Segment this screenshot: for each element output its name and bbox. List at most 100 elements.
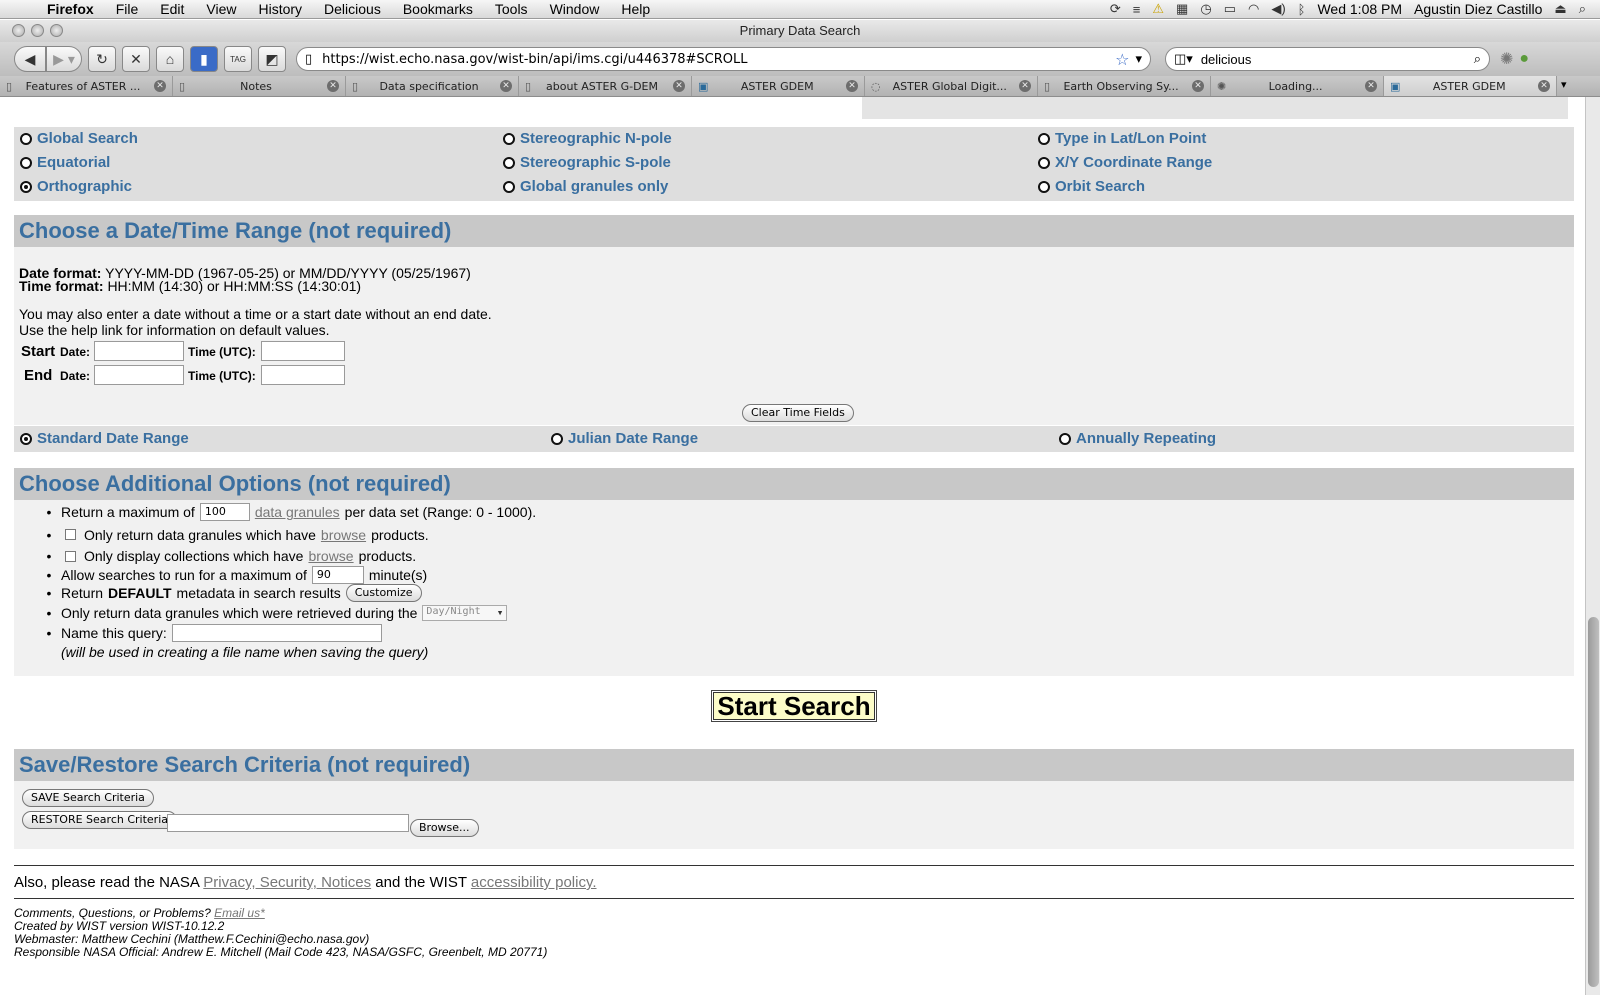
tab[interactable]: ✺ Loading... ✕ bbox=[1211, 76, 1384, 96]
radio-label[interactable]: Julian Date Range bbox=[568, 430, 698, 447]
sync-icon[interactable]: ⟳ bbox=[1110, 1, 1121, 17]
browse-collections-checkbox[interactable] bbox=[65, 550, 76, 562]
radio-julian-date-range[interactable]: Julian Date Range bbox=[551, 430, 698, 447]
radio-icon[interactable] bbox=[1038, 180, 1050, 193]
close-tab-icon[interactable]: ✕ bbox=[846, 80, 858, 92]
data-granules-link[interactable]: data granules bbox=[255, 504, 340, 520]
address-bar[interactable]: ▯ https://wist.echo.nasa.gov/wist-bin/ap… bbox=[296, 47, 1151, 71]
close-window-icon[interactable] bbox=[12, 24, 25, 37]
radio-selected-icon[interactable] bbox=[20, 180, 32, 193]
search-engine-icon[interactable]: ◫▾ bbox=[1174, 51, 1193, 67]
restore-search-criteria-button[interactable]: RESTORE Search Criteria bbox=[22, 811, 177, 829]
browse-file-button[interactable]: Browse... bbox=[410, 819, 479, 837]
close-tab-icon[interactable]: ✕ bbox=[1019, 80, 1031, 92]
menubar-clock[interactable]: Wed 1:08 PM bbox=[1317, 1, 1402, 17]
max-time-input[interactable]: 90 bbox=[311, 565, 364, 584]
menu-extra-icon[interactable]: ≡ bbox=[1133, 2, 1141, 17]
radio-label[interactable]: Standard Date Range bbox=[37, 430, 189, 447]
tab[interactable]: ◌ ASTER Global Digit... ✕ bbox=[865, 76, 1038, 96]
browse-granules-checkbox[interactable] bbox=[65, 529, 76, 541]
menu-edit[interactable]: Edit bbox=[149, 1, 195, 17]
menu-window[interactable]: Window bbox=[539, 1, 611, 17]
eject-icon[interactable]: ⏏ bbox=[1554, 1, 1566, 17]
time-machine-icon[interactable]: ◷ bbox=[1200, 1, 1211, 17]
spotlight-search-icon[interactable]: ⌕ bbox=[1579, 1, 1586, 17]
bookmark-star-icon[interactable]: ☆ bbox=[1115, 50, 1129, 69]
radio-label[interactable]: Global Search bbox=[37, 130, 138, 147]
radio-xy-coordinate-range[interactable]: X/Y Coordinate Range bbox=[1038, 154, 1212, 171]
radio-stereographic-s-pole[interactable]: Stereographic S-pole bbox=[503, 154, 671, 171]
menu-app-firefox[interactable]: Firefox bbox=[36, 1, 105, 17]
radio-icon[interactable] bbox=[503, 132, 515, 145]
scrollbar-thumb[interactable] bbox=[1588, 617, 1599, 987]
browse-link[interactable]: browse bbox=[321, 527, 366, 543]
close-tab-icon[interactable]: ✕ bbox=[327, 80, 339, 92]
history-dropdown-icon[interactable]: ▾ bbox=[1135, 52, 1142, 67]
close-tab-icon[interactable]: ✕ bbox=[1538, 80, 1550, 92]
radio-global-search[interactable]: Global Search bbox=[20, 130, 138, 147]
accessibility-link[interactable]: accessibility policy. bbox=[471, 874, 597, 891]
grid-icon[interactable]: ▦ bbox=[1176, 1, 1188, 17]
menu-file[interactable]: File bbox=[105, 1, 150, 17]
menu-view[interactable]: View bbox=[195, 1, 247, 17]
radio-label[interactable]: Annually Repeating bbox=[1076, 430, 1216, 447]
tab-active[interactable]: ▣ ASTER GDEM ✕ bbox=[1384, 76, 1557, 96]
close-tab-icon[interactable]: ✕ bbox=[673, 80, 685, 92]
address-url[interactable]: https://wist.echo.nasa.gov/wist-bin/api/… bbox=[322, 52, 1115, 67]
close-tab-icon[interactable]: ✕ bbox=[1365, 80, 1377, 92]
save-search-criteria-button[interactable]: SAVE Search Criteria bbox=[22, 789, 154, 807]
search-icon[interactable]: ⌕ bbox=[1474, 51, 1481, 67]
menu-bookmarks[interactable]: Bookmarks bbox=[392, 1, 484, 17]
radio-label[interactable]: Orthographic bbox=[37, 178, 132, 195]
tab[interactable]: ▯ Features of ASTER ... ✕ bbox=[0, 76, 173, 96]
radio-label[interactable]: Type in Lat/Lon Point bbox=[1055, 130, 1206, 147]
query-name-input[interactable] bbox=[171, 624, 382, 643]
reload-button[interactable]: ↻ bbox=[88, 46, 116, 72]
tag-button[interactable]: TAG bbox=[224, 46, 252, 72]
tab-list-icon[interactable]: ▾ bbox=[1557, 76, 1571, 96]
radio-label[interactable]: Equatorial bbox=[37, 154, 110, 171]
radio-icon[interactable] bbox=[1038, 132, 1050, 145]
radio-lat-lon-point[interactable]: Type in Lat/Lon Point bbox=[1038, 130, 1206, 147]
radio-icon[interactable] bbox=[20, 132, 32, 145]
radio-standard-date-range[interactable]: Standard Date Range bbox=[20, 430, 189, 447]
menu-help[interactable]: Help bbox=[610, 1, 661, 17]
menubar-user[interactable]: Agustin Diez Castillo bbox=[1414, 1, 1542, 17]
clear-time-fields-button[interactable]: Clear Time Fields bbox=[742, 404, 854, 422]
end-date-input[interactable] bbox=[94, 365, 184, 385]
vertical-scrollbar[interactable] bbox=[1585, 97, 1600, 995]
minimize-window-icon[interactable] bbox=[31, 24, 44, 37]
radio-label[interactable]: Stereographic S-pole bbox=[520, 154, 671, 171]
day-night-select[interactable]: Day/Night bbox=[422, 604, 508, 621]
menu-tools[interactable]: Tools bbox=[484, 1, 539, 17]
radio-label[interactable]: Orbit Search bbox=[1055, 178, 1145, 195]
radio-icon[interactable] bbox=[1038, 156, 1050, 169]
tab[interactable]: ▯ Earth Observing Sy... ✕ bbox=[1038, 76, 1211, 96]
tab[interactable]: ▣ ASTER GDEM ✕ bbox=[692, 76, 865, 96]
start-search-button[interactable]: Start Search bbox=[711, 690, 877, 722]
bookmark-sidebar-button[interactable]: ▮ bbox=[190, 46, 218, 72]
radio-icon[interactable] bbox=[551, 432, 563, 445]
warning-icon[interactable]: ⚠ bbox=[1152, 1, 1164, 17]
menu-delicious[interactable]: Delicious bbox=[313, 1, 392, 17]
tab[interactable]: ▯ about ASTER G-DEM ✕ bbox=[519, 76, 692, 96]
restore-file-input[interactable] bbox=[167, 814, 409, 832]
delicious-button[interactable]: ◩ bbox=[258, 46, 286, 72]
radio-label[interactable]: Global granules only bbox=[520, 178, 668, 195]
email-link[interactable]: Email us* bbox=[214, 906, 265, 920]
radio-icon[interactable] bbox=[503, 156, 515, 169]
close-tab-icon[interactable]: ✕ bbox=[154, 80, 166, 92]
end-time-input[interactable] bbox=[261, 365, 345, 385]
wifi-icon[interactable]: ◠ bbox=[1248, 1, 1259, 17]
browse-link[interactable]: browse bbox=[308, 548, 353, 564]
radio-label[interactable]: X/Y Coordinate Range bbox=[1055, 154, 1212, 171]
radio-orbit-search[interactable]: Orbit Search bbox=[1038, 178, 1145, 195]
close-tab-icon[interactable]: ✕ bbox=[1192, 80, 1204, 92]
customize-button[interactable]: Customize bbox=[345, 584, 422, 603]
back-button[interactable]: ◀ bbox=[14, 46, 46, 72]
zoom-window-icon[interactable] bbox=[50, 24, 63, 37]
max-granules-input[interactable]: 100 bbox=[199, 503, 250, 522]
radio-orthographic[interactable]: Orthographic bbox=[20, 178, 132, 195]
addon-icon[interactable]: ● bbox=[1519, 50, 1529, 68]
tab[interactable]: ▯ Notes ✕ bbox=[173, 76, 346, 96]
